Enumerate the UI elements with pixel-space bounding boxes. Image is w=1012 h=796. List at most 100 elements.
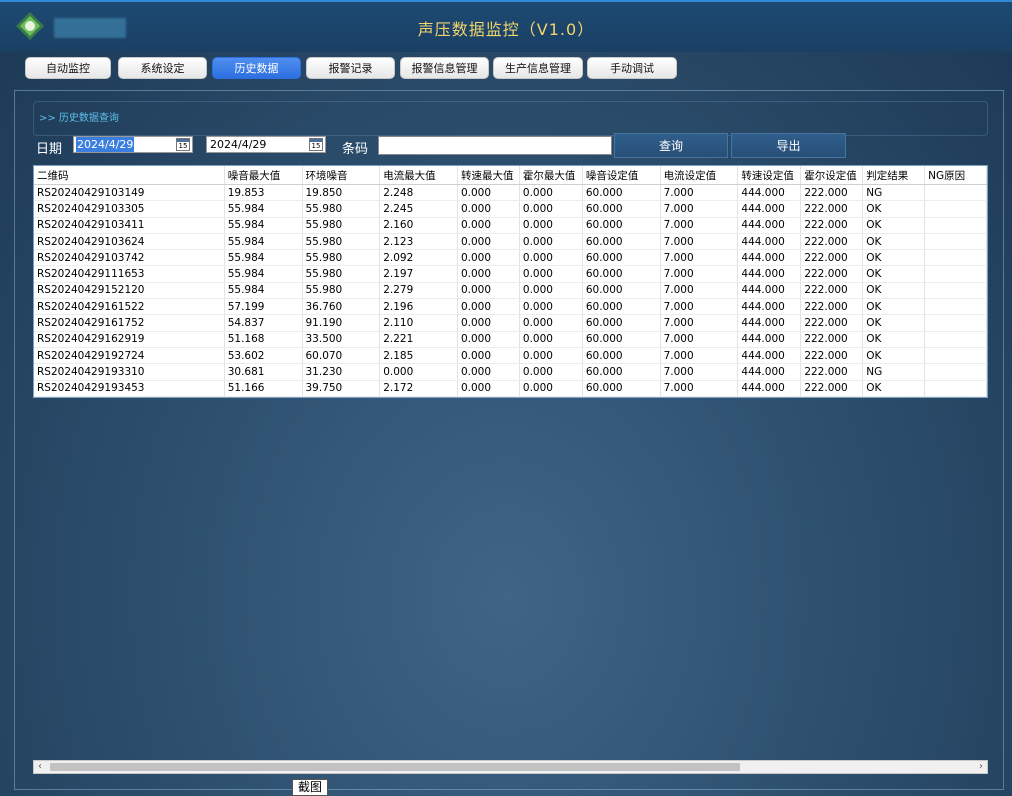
tab-manual-debug[interactable]: 手动调试 [587,57,677,79]
table-cell: RS20240429152120 [34,282,225,300]
table-cell: 0.000 [519,233,583,251]
table-row[interactable]: RS20240429162919 51.168 33.500 2.221 0.000 0.… [34,331,987,348]
column-header[interactable]: 霍尔最大值 [519,166,583,185]
table-cell [737,396,802,397]
table-cell: 55.980 [302,233,381,251]
table-row[interactable]: RS20240429193310 30.681 31.230 0.000 0.000 0.… [34,363,987,381]
table-cell: 2.279 [379,282,458,300]
table-cell: 222.000 [800,233,864,251]
table-cell [924,282,987,300]
column-header[interactable]: 霍尔设定值 [800,166,864,185]
history-data-grid[interactable]: 二维码 噪音最大值 环境噪音 电流最大值 转速最大值 霍尔最大值 噪音设定值 电流设定值 转速设… [33,165,988,398]
table-row[interactable]: RS20240429103305 55.984 55.980 2.245 0.000 0.… [34,200,987,218]
table-cell: 0.000 [457,314,520,332]
table-cell: 7.000 [660,331,739,348]
table-cell: 0.000 [457,184,520,202]
data-table: 二维码 噪音最大值 环境噪音 电流最大值 转速最大值 霍尔最大值 噪音设定值 电流设定值 转速设… [34,166,987,397]
table-cell: 55.984 [224,200,303,218]
horizontal-scrollbar[interactable]: ‹ › [33,760,988,774]
table-row[interactable]: RS20240429161752 54.837 91.190 2.110 0.000 0.… [34,314,987,332]
query-button[interactable]: 查询 [614,133,728,158]
table-row[interactable]: RS20240429152120 55.984 55.980 2.279 0.000 0.… [34,282,987,300]
tab-auto-monitor[interactable]: 自动监控 [25,57,111,79]
table-cell: OK [862,282,926,300]
table-cell [582,396,661,397]
table-cell: 0.000 [519,347,583,365]
column-header[interactable]: 噪音最大值 [224,166,303,185]
table-cell: 7.000 [660,314,739,332]
table-cell [924,396,987,397]
table-cell: 60.000 [582,265,661,283]
table-cell: 0.000 [519,363,583,381]
table-cell: RS20240429103742 [34,249,225,267]
calendar-day: 15 [178,142,188,150]
table-row[interactable]: RS20240429103624 55.984 55.980 2.123 0.000 0.… [34,233,987,251]
table-cell: 91.190 [302,314,381,332]
table-row[interactable]: RS20240429193453 51.166 39.750 2.172 0.000 0.… [34,380,987,397]
table-cell: 19.853 [224,184,303,202]
column-header[interactable]: 转速设定值 [737,166,802,185]
start-date-value: 2024/4/29 [76,137,135,152]
table-cell: 54.837 [224,314,303,332]
table-cell: RS20240429161752 [34,314,225,332]
tab-system-settings[interactable]: 系统设定 [118,57,207,79]
column-header[interactable]: 噪音设定值 [582,166,661,185]
table-row[interactable]: RS20240429111653 55.984 55.980 2.197 0.000 0.… [34,265,987,283]
table-cell: 2.248 [379,184,458,202]
calendar-icon[interactable]: 15 [176,138,190,151]
table-row[interactable]: RS20240429103149 19.853 19.850 2.248 0.000 0.… [34,184,987,202]
tab-alarm-records[interactable]: 报警记录 [306,57,395,79]
table-cell: 2.245 [379,200,458,218]
column-header[interactable]: 转速最大值 [457,166,520,185]
table-cell: 0.000 [519,200,583,218]
barcode-input[interactable] [378,136,612,155]
table-cell: 444.000 [737,265,802,283]
table-cell [924,249,987,267]
calendar-icon[interactable]: 15 [309,138,323,151]
column-header[interactable]: 电流设定值 [660,166,739,185]
table-cell [379,396,458,397]
table-cell [924,314,987,332]
scroll-right-icon[interactable]: › [979,761,983,773]
table-cell: 55.980 [302,265,381,283]
table-cell: 222.000 [800,347,864,365]
table-cell: 0.000 [519,314,583,332]
table-cell: 0.000 [519,331,583,348]
table-cell: RS20240429103149 [34,184,225,202]
table-cell: RS20240429162919 [34,331,225,348]
table-cell: 31.230 [302,363,381,381]
table-cell: RS20240429193310 [34,363,225,381]
column-header[interactable]: 二维码 [34,166,225,185]
scroll-left-icon[interactable]: ‹ [38,761,42,773]
table-cell: 444.000 [737,314,802,332]
table-cell: 222.000 [800,217,864,234]
table-cell: 57.199 [224,298,303,316]
table-cell [924,233,987,251]
tab-production-info-management[interactable]: 生产信息管理 [493,57,583,79]
tab-alarm-info-management[interactable]: 报警信息管理 [400,57,489,79]
table-row[interactable]: RS20240429192724 53.602 60.070 2.185 0.000 0.… [34,347,987,365]
column-header[interactable]: 环境噪音 [302,166,381,185]
export-button[interactable]: 导出 [731,133,846,158]
table-cell: OK [862,200,926,218]
table-cell: OK [862,217,926,234]
table-cell: 222.000 [800,363,864,381]
end-date-picker[interactable]: 2024/4/29 15 [206,136,326,153]
table-cell [924,331,987,348]
scroll-thumb[interactable] [50,763,740,771]
table-cell: 222.000 [800,200,864,218]
tab-history-data[interactable]: 历史数据 [212,57,301,79]
column-header[interactable]: NG原因 [924,166,987,185]
start-date-picker[interactable]: 2024/4/29 15 [73,136,193,153]
table-cell: 55.980 [302,249,381,267]
table-cell: 2.221 [379,331,458,348]
column-header[interactable]: 判定结果 [862,166,926,185]
table-cell: 0.000 [519,380,583,397]
table-cell: OK [862,347,926,365]
table-row[interactable]: RS20240429103411 55.984 55.980 2.160 0.000 0.… [34,217,987,234]
table-row[interactable]: RS20240429103742 55.984 55.980 2.092 0.000 0.… [34,249,987,267]
column-header[interactable]: 电流最大值 [379,166,458,185]
table-row[interactable]: RS20240429161522 57.199 36.760 2.196 0.000 0.… [34,298,987,316]
table-cell: 60.070 [302,347,381,365]
table-cell: RS20240429103411 [34,217,225,234]
